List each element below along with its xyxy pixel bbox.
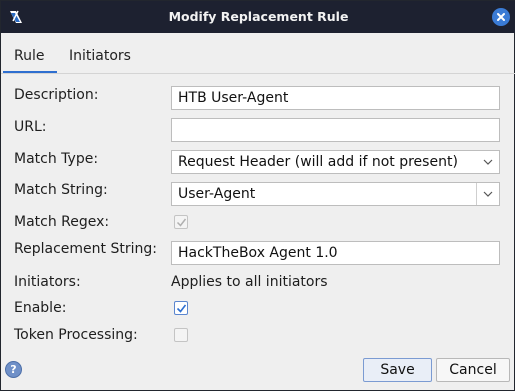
token-processing-checkbox[interactable] xyxy=(174,328,188,342)
match-type-label: Match Type: xyxy=(14,151,99,167)
url-field[interactable] xyxy=(171,118,500,142)
initiators-label: Initiators: xyxy=(14,274,81,290)
cancel-button[interactable]: Cancel xyxy=(436,358,510,382)
tab-divider xyxy=(1,73,515,74)
save-button[interactable]: Save xyxy=(363,358,432,382)
tab-initiators[interactable]: Initiators xyxy=(69,48,131,64)
combo-divider xyxy=(476,183,477,205)
tab-bar: Rule Initiators xyxy=(1,41,515,74)
question-mark-glyph: ? xyxy=(10,363,17,376)
checkmark-icon xyxy=(176,218,187,227)
match-type-value: Request Header (will add if not present) xyxy=(178,154,458,170)
tab-rule[interactable]: Rule xyxy=(14,48,44,64)
enable-checkbox[interactable] xyxy=(174,301,188,315)
window-title: Modify Replacement Rule xyxy=(168,9,349,24)
dialog-window: Modify Replacement Rule Rule Initiators … xyxy=(0,0,515,391)
url-label: URL: xyxy=(14,119,47,135)
match-string-value: User-Agent xyxy=(178,186,256,202)
match-regex-label: Match Regex: xyxy=(14,214,110,230)
replacement-string-field[interactable]: HackTheBox Agent 1.0 xyxy=(171,241,500,265)
token-processing-label: Token Processing: xyxy=(14,327,138,343)
match-regex-checkbox[interactable] xyxy=(174,215,188,229)
enable-label: Enable: xyxy=(14,300,67,316)
description-label: Description: xyxy=(14,87,99,103)
checkmark-icon xyxy=(176,304,187,313)
description-field[interactable]: HTB User-Agent xyxy=(171,86,500,110)
match-type-dropdown[interactable]: Request Header (will add if not present) xyxy=(171,150,500,174)
close-icon[interactable] xyxy=(492,8,510,26)
match-string-combobox[interactable]: User-Agent xyxy=(171,182,500,206)
chevron-down-icon[interactable] xyxy=(483,189,493,199)
title-bar[interactable]: Modify Replacement Rule xyxy=(1,1,515,33)
initiators-value: Applies to all initiators xyxy=(171,274,328,290)
help-icon[interactable]: ? xyxy=(5,361,22,378)
match-string-label: Match String: xyxy=(14,182,108,198)
chevron-down-icon xyxy=(483,159,493,165)
replacement-string-label: Replacement String: xyxy=(14,241,157,257)
